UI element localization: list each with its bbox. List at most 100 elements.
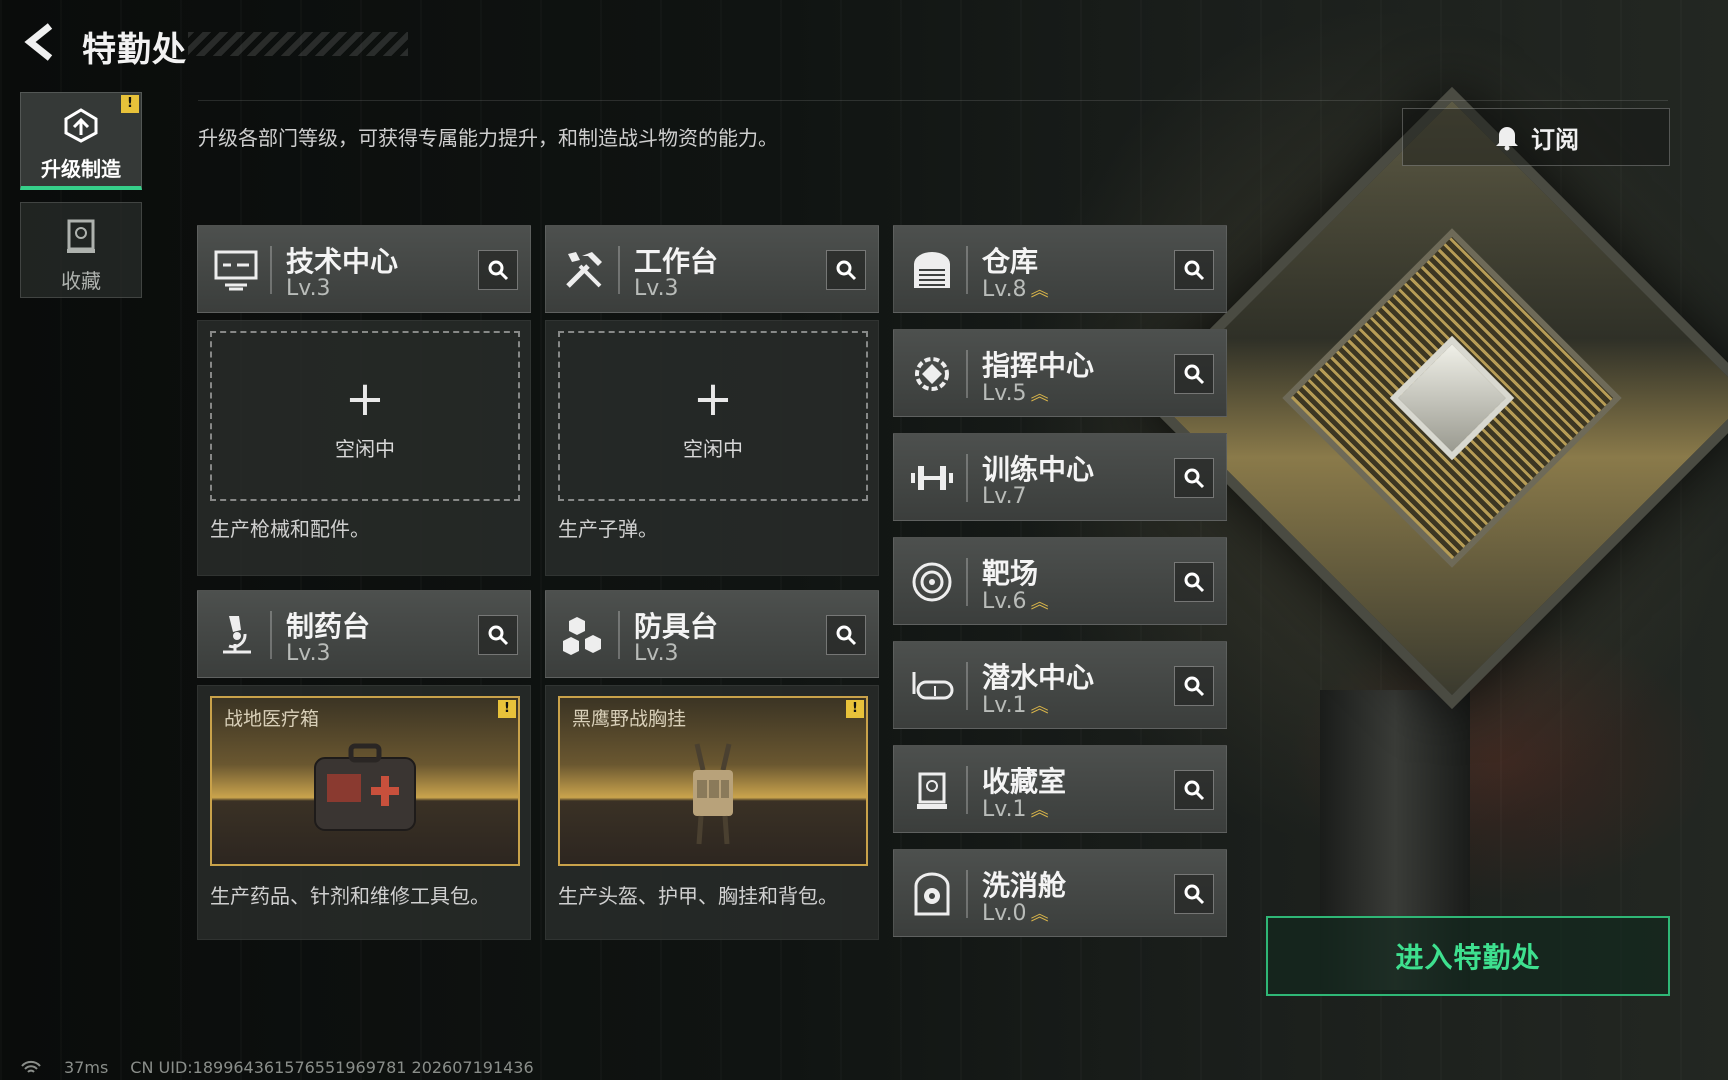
search-icon xyxy=(1184,260,1205,281)
facility-name: 潜水中心 xyxy=(982,661,1095,694)
search-button[interactable] xyxy=(1174,770,1214,810)
hazmat-icon xyxy=(904,866,960,922)
product-slot[interactable]: ! 战地医疗箱 xyxy=(210,696,520,866)
plus-icon: + xyxy=(692,371,734,427)
search-button[interactable] xyxy=(478,615,518,655)
search-button[interactable] xyxy=(1174,458,1214,498)
search-icon xyxy=(836,260,857,281)
facility-level: Lv.1 ︽ xyxy=(982,797,1049,822)
upgrade-arrow-icon: ︽ xyxy=(1030,384,1049,405)
facility-card-command-center[interactable]: 指挥中心 Lv.5 ︽ xyxy=(893,329,1227,417)
facility-name: 制药台 xyxy=(286,610,371,643)
display-case-icon xyxy=(904,762,960,818)
facility-level: Lv.0 ︽ xyxy=(982,901,1049,926)
production-panel: + 空闲中 生产子弹。 xyxy=(545,320,879,576)
cube-core xyxy=(1389,335,1515,461)
facility-name: 训练中心 xyxy=(982,453,1095,486)
facility-card-tech-center[interactable]: 技术中心 Lv.3 xyxy=(197,225,531,313)
warehouse-icon xyxy=(904,242,960,298)
cube-shaft xyxy=(1282,228,1622,568)
search-icon xyxy=(1184,676,1205,697)
facility-level: Lv.7 xyxy=(982,484,1027,509)
facility-level: Lv.3 xyxy=(286,641,331,666)
divider xyxy=(966,350,968,398)
wifi-icon xyxy=(21,1060,41,1073)
facility-description: 生产子弹。 xyxy=(558,517,658,541)
enter-special-ops-button[interactable]: 进入特勤处 xyxy=(1266,916,1670,996)
facility-card-shooting-range[interactable]: 靶场 Lv.6 ︽ xyxy=(893,537,1227,625)
divider xyxy=(618,246,620,294)
facility-card-diving-center[interactable]: 潜水中心 Lv.1 ︽ xyxy=(893,641,1227,729)
upgrade-arrow-icon: ︽ xyxy=(1030,696,1049,717)
tab-collection[interactable]: 收藏 xyxy=(20,202,142,298)
plus-icon: + xyxy=(344,371,386,427)
search-button[interactable] xyxy=(1174,250,1214,290)
facility-name: 指挥中心 xyxy=(982,349,1095,382)
target-icon xyxy=(904,554,960,610)
facility-description: 生产枪械和配件。 xyxy=(210,517,370,541)
facility-card-workbench[interactable]: 工作台 Lv.3 xyxy=(545,225,879,313)
divider xyxy=(198,100,1668,101)
facility-level: Lv.3 xyxy=(286,276,331,301)
search-button[interactable] xyxy=(1174,874,1214,914)
facility-name: 技术中心 xyxy=(286,245,399,278)
divider xyxy=(270,246,272,294)
divider xyxy=(966,662,968,710)
search-icon xyxy=(488,625,509,646)
facility-name: 防具台 xyxy=(634,610,719,643)
search-button[interactable] xyxy=(826,250,866,290)
production-panel: + 空闲中 生产枪械和配件。 xyxy=(197,320,531,576)
upgrade-arrow-icon: ︽ xyxy=(1030,904,1049,925)
search-button[interactable] xyxy=(826,615,866,655)
search-button[interactable] xyxy=(1174,354,1214,394)
tools-icon xyxy=(556,242,612,298)
alert-badge: ! xyxy=(846,700,864,718)
tab-upgrade-craft[interactable]: ! 升级制造 xyxy=(20,92,142,190)
page-description: 升级各部门等级，可获得专属能力提升，和制造战斗物资的能力。 xyxy=(198,126,778,150)
subscribe-label: 订阅 xyxy=(1531,125,1579,154)
alert-badge: ! xyxy=(121,95,139,113)
tab-label: 升级制造 xyxy=(41,157,121,181)
slot-status: 空闲中 xyxy=(335,437,395,461)
facility-level: Lv.8 ︽ xyxy=(982,277,1049,302)
search-icon xyxy=(488,260,509,281)
search-button[interactable] xyxy=(1174,562,1214,602)
upgrade-arrow-icon: ︽ xyxy=(1030,800,1049,821)
search-icon xyxy=(1184,780,1205,801)
chest-rig-image xyxy=(673,740,753,854)
facility-card-pharmacy[interactable]: 制药台 Lv.3 xyxy=(197,590,531,678)
ping-value: 37ms xyxy=(64,1058,109,1077)
title-decoration xyxy=(188,32,408,56)
divider xyxy=(966,454,968,502)
search-icon xyxy=(1184,468,1205,489)
upgrade-icon xyxy=(64,108,98,143)
armor-blocks-icon xyxy=(556,607,612,663)
search-icon xyxy=(1184,572,1205,593)
diving-mask-icon xyxy=(904,658,960,714)
facility-level: Lv.6 ︽ xyxy=(982,589,1049,614)
product-name: 战地医疗箱 xyxy=(224,708,320,730)
facility-card-armor-bench[interactable]: 防具台 Lv.3 xyxy=(545,590,879,678)
facility-level: Lv.1 ︽ xyxy=(982,693,1049,718)
divider xyxy=(966,558,968,606)
product-slot[interactable]: ! 黑鹰野战胸挂 xyxy=(558,696,868,866)
collection-icon xyxy=(67,219,95,253)
search-button[interactable] xyxy=(478,250,518,290)
facility-card-training-center[interactable]: 训练中心 Lv.7 xyxy=(893,433,1227,521)
facility-card-collection-room[interactable]: 收藏室 Lv.1 ︽ xyxy=(893,745,1227,833)
facility-name: 收藏室 xyxy=(982,765,1067,798)
subscribe-button[interactable]: 订阅 xyxy=(1402,108,1670,166)
production-panel: ! 黑鹰野战胸挂 生产头盔、护甲、胸挂和背包。 xyxy=(545,685,879,940)
empty-slot[interactable]: + 空闲中 xyxy=(558,331,868,501)
search-button[interactable] xyxy=(1174,666,1214,706)
facility-card-warehouse[interactable]: 仓库 Lv.8 ︽ xyxy=(893,225,1227,313)
facility-card-decon-chamber[interactable]: 洗消舱 Lv.0 ︽ xyxy=(893,849,1227,937)
product-name: 黑鹰野战胸挂 xyxy=(572,708,687,730)
upgrade-arrow-icon: ︽ xyxy=(1030,280,1049,301)
empty-slot[interactable]: + 空闲中 xyxy=(210,331,520,501)
command-icon xyxy=(904,346,960,402)
production-panel: ! 战地医疗箱 生产药品、针剂和维修工具包。 xyxy=(197,685,531,940)
facility-description: 生产药品、针剂和维修工具包。 xyxy=(210,884,490,908)
dumbbell-icon xyxy=(904,450,960,506)
back-button[interactable] xyxy=(20,22,60,62)
